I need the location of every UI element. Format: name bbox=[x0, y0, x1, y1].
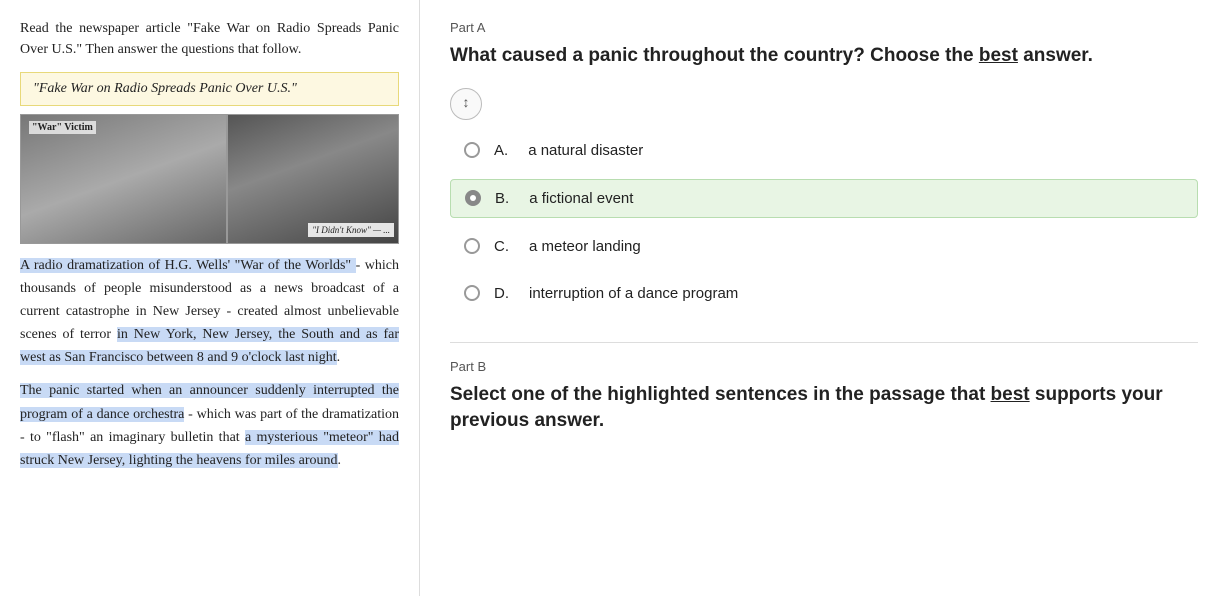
option-c-text: a meteor landing bbox=[529, 238, 641, 255]
option-d[interactable]: D. interruption of a dance program bbox=[450, 275, 1198, 312]
part-b-underline: best bbox=[991, 384, 1030, 405]
option-a-letter: A. bbox=[494, 142, 508, 159]
scroll-button[interactable]: ↕ bbox=[450, 88, 482, 120]
newspaper-image: "War" Victim "I Didn't Know" — ... bbox=[20, 114, 399, 244]
option-d-radio[interactable] bbox=[464, 285, 480, 301]
image-left-half bbox=[21, 115, 228, 243]
option-a-text: a natural disaster bbox=[528, 142, 643, 159]
option-a[interactable]: A. a natural disaster bbox=[450, 132, 1198, 169]
option-c-letter: C. bbox=[494, 238, 509, 255]
option-c[interactable]: C. a meteor landing bbox=[450, 228, 1198, 265]
right-panel: Part A What caused a panic throughout th… bbox=[420, 0, 1228, 596]
passage-text: A radio dramatization of H.G. Wells' "Wa… bbox=[20, 254, 399, 472]
image-caption: "I Didn't Know" — ... bbox=[308, 223, 394, 237]
article-title: "Fake War on Radio Spreads Panic Over U.… bbox=[33, 81, 297, 96]
scroll-icon: ↕ bbox=[463, 96, 470, 112]
option-d-text: interruption of a dance program bbox=[529, 285, 738, 302]
option-a-radio[interactable] bbox=[464, 142, 480, 158]
question-underline: best bbox=[979, 45, 1018, 66]
option-b-letter: B. bbox=[495, 190, 509, 207]
paragraph-2: The panic started when an announcer sudd… bbox=[20, 379, 399, 471]
highlight-para1-start[interactable]: A radio dramatization of H.G. Wells' "Wa… bbox=[20, 258, 356, 273]
part-b-question: Select one of the highlighted sentences … bbox=[450, 382, 1198, 435]
para1-text-1: A radio dramatization of H.G. Wells' "Wa… bbox=[20, 258, 351, 273]
part-b-label: Part B bbox=[450, 359, 1198, 374]
paragraph-1: A radio dramatization of H.G. Wells' "Wa… bbox=[20, 254, 399, 369]
option-b[interactable]: B. a fictional event bbox=[450, 179, 1198, 218]
war-victim-label: "War" Victim bbox=[29, 121, 96, 134]
option-d-letter: D. bbox=[494, 285, 509, 302]
article-title-box: "Fake War on Radio Spreads Panic Over U.… bbox=[20, 72, 399, 106]
option-b-radio[interactable] bbox=[465, 190, 481, 206]
section-divider bbox=[450, 342, 1198, 343]
option-c-radio[interactable] bbox=[464, 238, 480, 254]
option-b-text: a fictional event bbox=[529, 190, 633, 207]
part-a-label: Part A bbox=[450, 20, 1198, 35]
left-panel: Read the newspaper article "Fake War on … bbox=[0, 0, 420, 596]
instructions-text: Read the newspaper article "Fake War on … bbox=[20, 18, 399, 60]
question-text: What caused a panic throughout the count… bbox=[450, 43, 1198, 70]
answer-options: A. a natural disaster B. a fictional eve… bbox=[450, 132, 1198, 312]
